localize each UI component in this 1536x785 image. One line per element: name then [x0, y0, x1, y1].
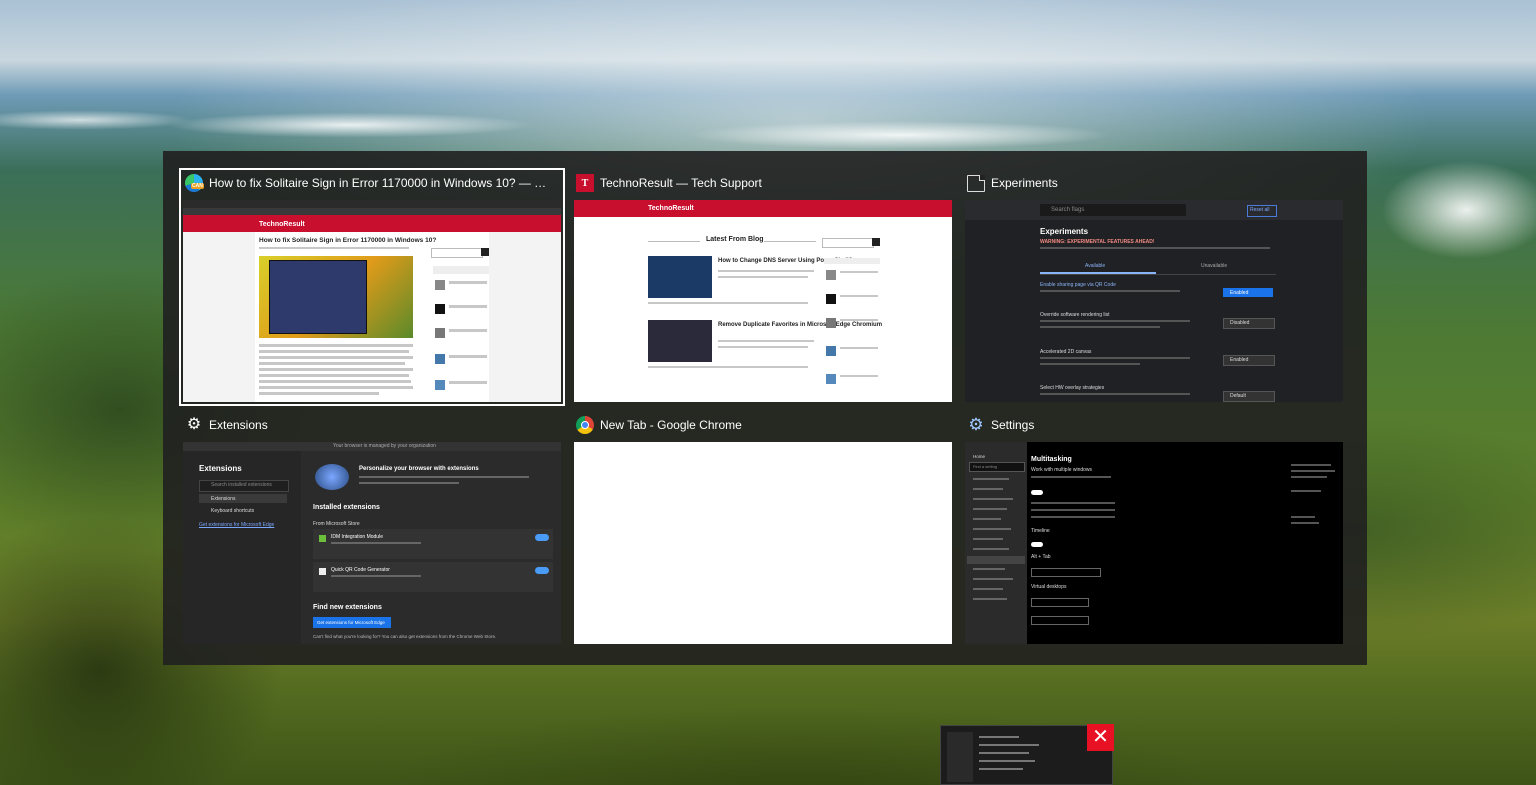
- window-card-header: ⚙ Settings: [962, 411, 1346, 439]
- search-input[interactable]: Search installed extensions: [211, 482, 272, 488]
- page-icon: [967, 174, 985, 192]
- find-heading: Find new extensions: [313, 604, 382, 611]
- window-card-settings[interactable]: ⚙ Settings Home Find a setting Multitask…: [962, 411, 1346, 647]
- window-card-header: CAN How to fix Solitaire Sign in Error 1…: [180, 169, 564, 197]
- window-card-technoresult[interactable]: T TechnoResult — Tech Support TechnoResu…: [571, 169, 955, 405]
- window-card-header: Experiments: [962, 169, 1346, 197]
- window-thumbnail: Home Find a setting Multitasking Work wi…: [965, 442, 1343, 644]
- cant-find-text: Can't find what you're looking for? You …: [313, 634, 497, 639]
- snap-section: Work with multiple windows: [1031, 467, 1093, 473]
- alt-tab-section: Alt + Tab: [1031, 554, 1051, 560]
- site-brand: TechnoResult: [259, 221, 305, 228]
- site-brand: TechnoResult: [648, 205, 694, 212]
- experiments-heading: Experiments: [1040, 227, 1089, 236]
- find-setting-input[interactable]: Find a setting: [973, 464, 997, 469]
- window-title: How to fix Solitaire Sign in Error 11700…: [209, 176, 549, 190]
- window-thumbnail: TechnoResult Latest From Blog How to Cha…: [574, 200, 952, 402]
- window-card-header: T TechnoResult — Tech Support: [571, 169, 955, 197]
- flag-name: Override software rendering list: [1040, 312, 1110, 318]
- window-card-experiments[interactable]: Experiments Search flags Reset all Exper…: [962, 169, 1346, 405]
- extension-name: Quick QR Code Generator: [331, 567, 390, 573]
- window-thumbnail: Search flags Reset all Experiments WARNI…: [965, 200, 1343, 402]
- flag-select[interactable]: Enabled: [1230, 290, 1248, 296]
- installed-heading: Installed extensions: [313, 504, 380, 511]
- close-window-button[interactable]: ✕: [1087, 724, 1114, 751]
- window-title: Settings: [991, 418, 1035, 432]
- window-title: New Tab - Google Chrome: [600, 418, 742, 432]
- extension-name: IDM Integration Module: [331, 534, 383, 540]
- wallpaper-cloud-right: [1366, 150, 1536, 290]
- flag-name: Accelerated 2D canvas: [1040, 349, 1092, 355]
- technoresult-icon: T: [576, 174, 594, 192]
- virtual-desktops-section: Virtual desktops: [1031, 584, 1067, 590]
- reset-all-button[interactable]: Reset all: [1250, 207, 1269, 213]
- article-headline: How to fix Solitaire Sign in Error 11700…: [259, 237, 437, 244]
- extensions-heading: Extensions: [199, 464, 242, 473]
- tab-available[interactable]: Available: [1085, 263, 1105, 269]
- search-input[interactable]: Search flags: [1051, 207, 1084, 213]
- window-card-header: ⚙ Extensions: [180, 411, 564, 439]
- nav-extensions[interactable]: Extensions: [211, 496, 235, 502]
- window-title: TechnoResult — Tech Support: [600, 176, 762, 190]
- edge-icon: CAN: [185, 174, 204, 192]
- multitasking-heading: Multitasking: [1031, 456, 1072, 463]
- flag-select[interactable]: Default: [1230, 393, 1246, 399]
- window-thumbnail: Your browser is managed by your organiza…: [183, 442, 561, 644]
- from-store-label: From Microsoft Store: [313, 521, 360, 527]
- window-title: Experiments: [991, 176, 1058, 190]
- window-card-chrome-new-tab[interactable]: New Tab - Google Chrome: [571, 411, 955, 647]
- flag-name: Select HW overlay strategies: [1040, 385, 1105, 391]
- settings-home[interactable]: Home: [973, 454, 985, 459]
- post-title: Remove Duplicate Favorites in Microsoft …: [718, 322, 883, 328]
- window-title: Extensions: [209, 418, 268, 432]
- tab-unavailable[interactable]: Unavailable: [1201, 263, 1227, 269]
- managed-banner: Your browser is managed by your organiza…: [333, 443, 436, 449]
- timeline-section: Timeline: [1031, 528, 1050, 534]
- flag-select[interactable]: Disabled: [1230, 320, 1249, 326]
- puzzle-icon: ⚙: [186, 416, 202, 433]
- flag-name: Enable sharing page via QR Code: [1040, 282, 1116, 288]
- window-thumbnail: [574, 442, 952, 644]
- gear-icon: ⚙: [968, 415, 984, 434]
- window-thumbnail: TechnoResult How to fix Solitaire Sign i…: [183, 200, 561, 402]
- get-extensions-button[interactable]: Get extensions for Microsoft Edge: [317, 620, 385, 625]
- window-card-extensions[interactable]: ⚙ Extensions Your browser is managed by …: [180, 411, 564, 647]
- section-title: Latest From Blog: [706, 236, 764, 243]
- get-extensions-link[interactable]: Get extensions for Microsoft Edge: [199, 522, 274, 528]
- chrome-icon: [576, 416, 594, 434]
- nav-keyboard-shortcuts[interactable]: Keyboard shortcuts: [211, 508, 254, 514]
- promo-title: Personalize your browser with extensions: [359, 466, 479, 472]
- task-view-switcher: CAN How to fix Solitaire Sign in Error 1…: [163, 151, 1367, 665]
- flag-select[interactable]: Enabled: [1230, 357, 1248, 363]
- window-card-edge-article[interactable]: CAN How to fix Solitaire Sign in Error 1…: [179, 168, 565, 406]
- window-card-header: New Tab - Google Chrome: [571, 411, 955, 439]
- warning-text: WARNING: EXPERIMENTAL FEATURES AHEAD!: [1040, 239, 1155, 245]
